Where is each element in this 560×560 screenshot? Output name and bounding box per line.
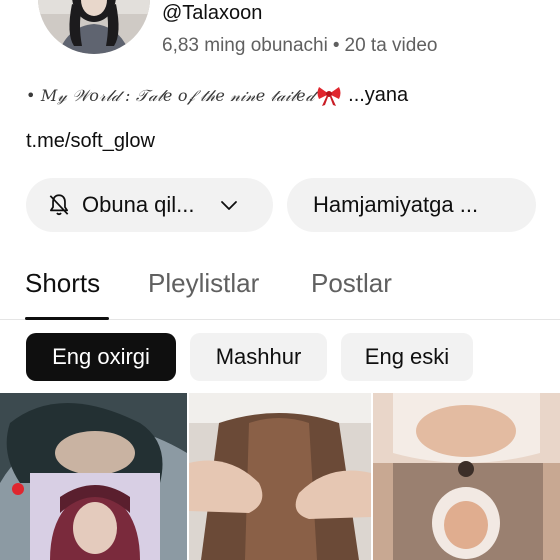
description-text: • 𝑀𝓎 𝒲𝑜𝓇𝓁𝒹 : 𝒯𝒶𝓁𝑒 𝑜𝒻 𝓉𝒽𝑒 𝓃𝒾𝓃𝑒 𝓉𝒶𝒾𝓁𝑒𝒹 — [26, 85, 315, 105]
active-tab-indicator — [25, 317, 109, 320]
subscribe-label: Obuna qil... — [82, 192, 195, 217]
short-thumbnail-image — [0, 393, 187, 560]
tab-playlists[interactable]: Pleylistlar — [148, 268, 259, 299]
short-thumbnail-image — [189, 393, 371, 560]
channel-stats: 6,83 ming obunachi • 20 ta video — [162, 35, 437, 57]
channel-description[interactable]: • 𝑀𝓎 𝒲𝑜𝓇𝓁𝒹 : 𝒯𝒶𝓁𝑒 𝑜𝒻 𝓉𝒽𝑒 𝓃𝒾𝓃𝑒 𝓉𝒶𝒾𝓁𝑒𝒹 ...… — [26, 84, 408, 107]
video-count: 20 ta video — [344, 35, 438, 56]
bell-off-icon — [49, 194, 69, 216]
community-label: Hamjamiyatga ... — [313, 192, 479, 217]
more-vert-icon[interactable] — [526, 407, 560, 560]
stats-separator: • — [332, 35, 340, 56]
more-vert-icon[interactable] — [163, 407, 187, 560]
channel-handle: @Talaxoon — [162, 2, 263, 24]
tab-posts[interactable]: Postlar — [311, 268, 392, 299]
subscriber-count: 6,83 ming obunachi — [162, 35, 328, 56]
more-vert-icon[interactable] — [349, 407, 371, 560]
filter-latest-chip[interactable]: Eng oxirgi — [26, 333, 176, 381]
chevron-down-icon — [220, 201, 237, 210]
short-thumbnail[interactable] — [189, 393, 371, 560]
filter-oldest-chip[interactable]: Eng eski — [341, 333, 473, 381]
avatar-image — [38, 0, 150, 54]
filter-popular-chip[interactable]: Mashhur — [190, 333, 327, 381]
subscribe-button[interactable]: Obuna qil... — [26, 178, 273, 232]
short-thumbnail[interactable] — [0, 393, 187, 560]
channel-avatar[interactable] — [38, 0, 150, 54]
community-button[interactable]: Hamjamiyatga ... — [287, 178, 536, 232]
channel-link[interactable]: t.me/soft_glow — [26, 130, 155, 153]
channel-tabs: Shorts Pleylistlar Postlar — [0, 264, 560, 320]
short-thumbnail[interactable] — [373, 393, 560, 560]
tab-shorts[interactable]: Shorts — [25, 268, 100, 299]
description-more-link[interactable]: ...yana — [348, 84, 408, 107]
red-bow-icon — [317, 86, 341, 106]
